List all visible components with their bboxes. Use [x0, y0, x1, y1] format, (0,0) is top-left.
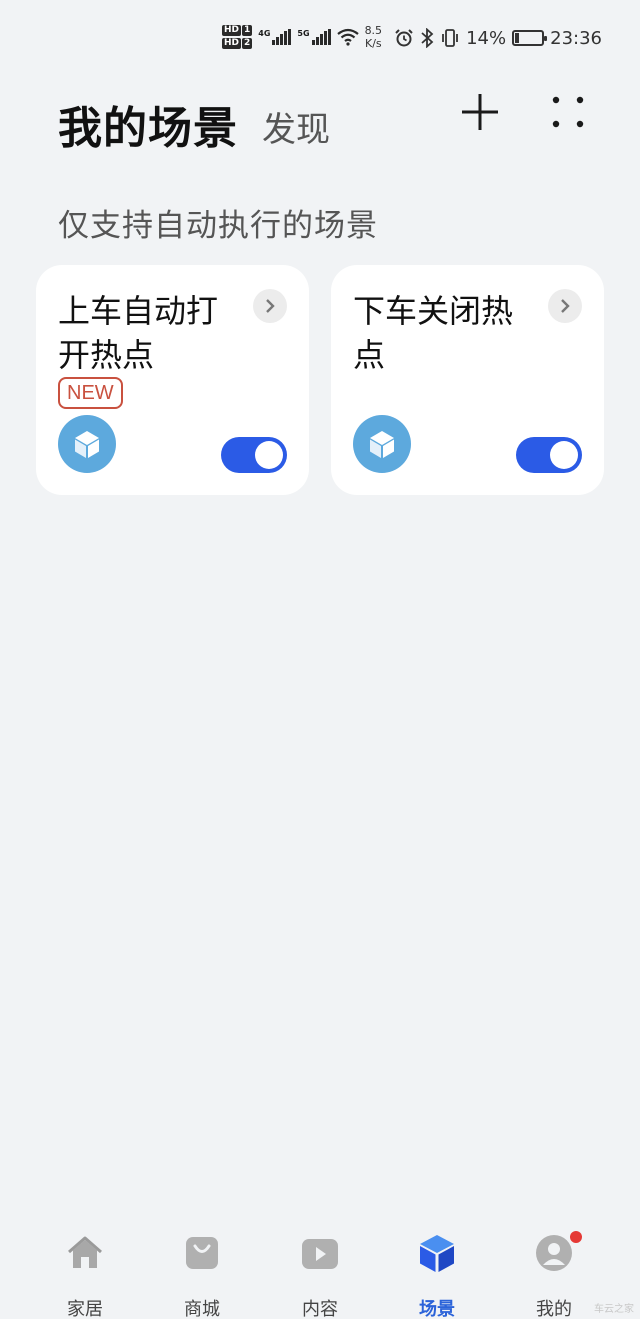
section-label: 仅支持自动执行的场景: [58, 208, 378, 244]
scene-toggle[interactable]: [221, 437, 287, 473]
hd-badge-2-num: 2: [242, 38, 253, 49]
nav-label: 内容: [302, 1299, 338, 1319]
network-speed: 8.5 K/s: [365, 24, 383, 50]
four-dots-icon: [552, 96, 584, 128]
tab-discover[interactable]: 发现: [262, 102, 330, 151]
nav-scenes[interactable]: 场景: [387, 1229, 487, 1319]
signal-bars-icon: [272, 29, 292, 45]
scene-icon: [353, 415, 411, 473]
new-badge: NEW: [58, 377, 123, 409]
shopping-bag-icon: [186, 1237, 218, 1269]
tab-my-scenes[interactable]: 我的场景: [58, 92, 238, 156]
plus-icon: [462, 94, 498, 130]
wifi-icon: [336, 28, 359, 46]
signal-4g: 4G: [258, 29, 292, 45]
vibrate-icon: [442, 29, 459, 47]
scene-card-title: 下车关闭热点: [353, 292, 514, 374]
status-bar: HD 1 HD 2 4G 5G 8.5 K/s 14% 23:36: [0, 0, 640, 76]
bottom-nav: 家居 商城 内容 场景 我的: [0, 1215, 640, 1319]
signal-5g: 5G: [297, 29, 331, 45]
scene-card-title: 上车自动打开热点: [58, 292, 219, 374]
cube-icon: [370, 431, 394, 458]
nav-label: 家居: [67, 1299, 103, 1319]
network-type-4g: 4G: [258, 29, 271, 38]
nav-mall[interactable]: 商城: [152, 1229, 252, 1319]
signal-bars-icon: [311, 29, 331, 45]
network-type-5g: 5G: [297, 29, 310, 38]
network-speed-unit: K/s: [364, 37, 382, 50]
hd-badge-2: HD: [222, 38, 242, 49]
scene-cube-icon: [420, 1235, 454, 1272]
hd-badge-1: HD: [222, 25, 242, 36]
profile-icon: [536, 1235, 572, 1271]
toggle-knob: [550, 441, 578, 469]
play-icon: [302, 1239, 338, 1269]
more-options-button[interactable]: [546, 90, 590, 134]
hd-indicators: HD 1 HD 2: [222, 25, 253, 49]
status-right: 14% 23:36: [394, 26, 602, 50]
nav-content[interactable]: 内容: [270, 1229, 370, 1319]
toggle-knob: [255, 441, 283, 469]
nav-label: 场景: [419, 1299, 455, 1319]
scene-page: HD 1 HD 2 4G 5G 8.5 K/s 14% 23:36 我的场景 发…: [0, 0, 640, 1319]
chevron-right-icon: [266, 299, 275, 313]
scene-detail-button[interactable]: [548, 289, 582, 323]
network-speed-value: 8.5: [364, 24, 383, 37]
watermark: 车云之家: [594, 1304, 634, 1315]
battery-percent: 14%: [466, 27, 507, 49]
notification-dot: [570, 1231, 582, 1243]
battery-icon: [512, 30, 548, 46]
status-left: HD 1 HD 2 4G 5G 8.5 K/s: [222, 20, 382, 54]
scene-card[interactable]: 下车关闭热点: [331, 265, 604, 495]
hd-badge-1-num: 1: [242, 25, 253, 36]
nav-label: 商城: [184, 1299, 220, 1319]
cube-icon: [75, 431, 99, 458]
nav-home[interactable]: 家居: [35, 1229, 135, 1319]
home-icon: [68, 1236, 102, 1268]
scene-detail-button[interactable]: [253, 289, 287, 323]
nav-label: 我的: [536, 1299, 572, 1319]
add-scene-button[interactable]: [458, 90, 502, 134]
bluetooth-icon: [421, 28, 434, 48]
clock: 23:36: [550, 27, 602, 49]
nav-me[interactable]: 我的: [504, 1229, 604, 1319]
page-header: 我的场景 发现: [0, 80, 640, 160]
scene-toggle[interactable]: [516, 437, 582, 473]
scene-card[interactable]: 上车自动打开热点 NEW: [36, 265, 309, 495]
scene-icon: [58, 415, 116, 473]
chevron-right-icon: [561, 299, 570, 313]
alarm-icon: [395, 29, 413, 47]
